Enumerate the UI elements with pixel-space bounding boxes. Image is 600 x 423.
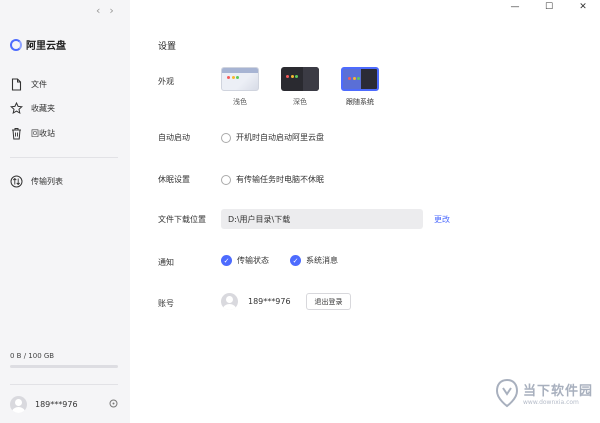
prevent-sleep-checkbox[interactable]: 有传输任务时电脑不休眠: [221, 174, 324, 185]
storage-usage-bar: [10, 365, 118, 368]
minimize-button[interactable]: —: [498, 0, 532, 14]
sidebar-item-label: 传输列表: [31, 177, 63, 186]
avatar: [221, 293, 238, 310]
sleep-label: 休眠设置: [158, 175, 190, 184]
download-location-label: 文件下载位置: [158, 215, 206, 224]
notify-transfer-checkbox[interactable]: ✓ 传输状态: [221, 255, 269, 266]
nav-arrows: ‹ ›: [96, 4, 114, 17]
theme-dark-option[interactable]: 深色: [281, 67, 319, 107]
sidebar-item-favorites[interactable]: 收藏夹: [10, 102, 55, 115]
theme-dark-label: 深色: [293, 98, 307, 106]
theme-system-option[interactable]: 跟随系统: [341, 67, 379, 107]
appearance-label: 外观: [158, 77, 174, 86]
notify-transfer-label: 传输状态: [237, 256, 269, 265]
sidebar-user[interactable]: 189***976: [10, 396, 118, 413]
sidebar-item-trash[interactable]: 回收站: [10, 127, 55, 140]
downxia-logo-icon: [495, 378, 519, 408]
autostart-option-label: 开机时自动启动阿里云盘: [236, 133, 324, 142]
theme-dark-preview: [281, 67, 319, 91]
sidebar-item-label: 文件: [31, 80, 47, 89]
page-title: 设置: [158, 42, 177, 52]
theme-light-preview: [221, 67, 259, 91]
prevent-sleep-option-label: 有传输任务时电脑不休眠: [236, 175, 324, 184]
storage-usage-text: 0 B / 100 GB: [10, 352, 55, 360]
forward-arrow-icon[interactable]: ›: [109, 4, 113, 17]
checkmark-icon: ✓: [290, 255, 301, 266]
sidebar-item-label: 回收站: [31, 129, 55, 138]
theme-light-option[interactable]: 浅色: [221, 67, 259, 107]
avatar: [10, 396, 27, 413]
notify-system-label: 系统消息: [306, 256, 338, 265]
sidebar-item-label: 收藏夹: [31, 104, 55, 113]
radio-unchecked-icon: [221, 132, 231, 143]
change-download-path-link[interactable]: 更改: [434, 214, 450, 225]
gear-icon[interactable]: [109, 399, 118, 411]
close-button[interactable]: ✕: [566, 0, 600, 14]
transfer-icon: [10, 175, 23, 188]
theme-system-preview: [341, 67, 379, 91]
autostart-label: 自动启动: [158, 133, 190, 142]
trash-icon: [10, 127, 23, 140]
theme-system-label: 跟随系统: [346, 98, 374, 106]
theme-light-label: 浅色: [233, 98, 247, 106]
notify-system-checkbox[interactable]: ✓ 系统消息: [290, 255, 338, 266]
sidebar-divider: [10, 384, 118, 385]
back-arrow-icon[interactable]: ‹: [96, 4, 100, 17]
download-path-field[interactable]: D:\用户目录\下载: [221, 209, 423, 229]
sidebar-item-transfers[interactable]: 传输列表: [10, 175, 63, 188]
aliyun-drive-logo-icon: [10, 38, 22, 51]
sidebar-divider: [10, 157, 118, 158]
window-controls: — ☐ ✕: [498, 0, 600, 14]
app-name: 阿里云盘: [26, 41, 66, 52]
maximize-button[interactable]: ☐: [532, 0, 566, 14]
checkmark-icon: ✓: [221, 255, 232, 266]
download-path-value: D:\用户目录\下载: [228, 214, 291, 224]
file-icon: [10, 78, 23, 91]
notify-label: 通知: [158, 258, 174, 267]
autostart-checkbox[interactable]: 开机时自动启动阿里云盘: [221, 132, 324, 143]
logout-button[interactable]: 退出登录: [306, 293, 351, 310]
user-name: 189***976: [35, 400, 78, 409]
star-icon: [10, 102, 23, 115]
watermark-url: www.downxia.com: [523, 399, 579, 406]
sidebar-item-files[interactable]: 文件: [10, 78, 47, 91]
account-name: 189***976: [248, 297, 291, 306]
watermark: 当下软件园 www.downxia.com: [495, 378, 593, 408]
radio-unchecked-icon: [221, 174, 231, 185]
app-logo: 阿里云盘: [10, 37, 66, 52]
watermark-title: 当下软件园: [523, 384, 594, 399]
sidebar: ‹ › 阿里云盘 文件 收藏夹 回收站 传输列表 0 B / 100 GB 18…: [0, 0, 130, 423]
account-label: 账号: [158, 299, 174, 308]
